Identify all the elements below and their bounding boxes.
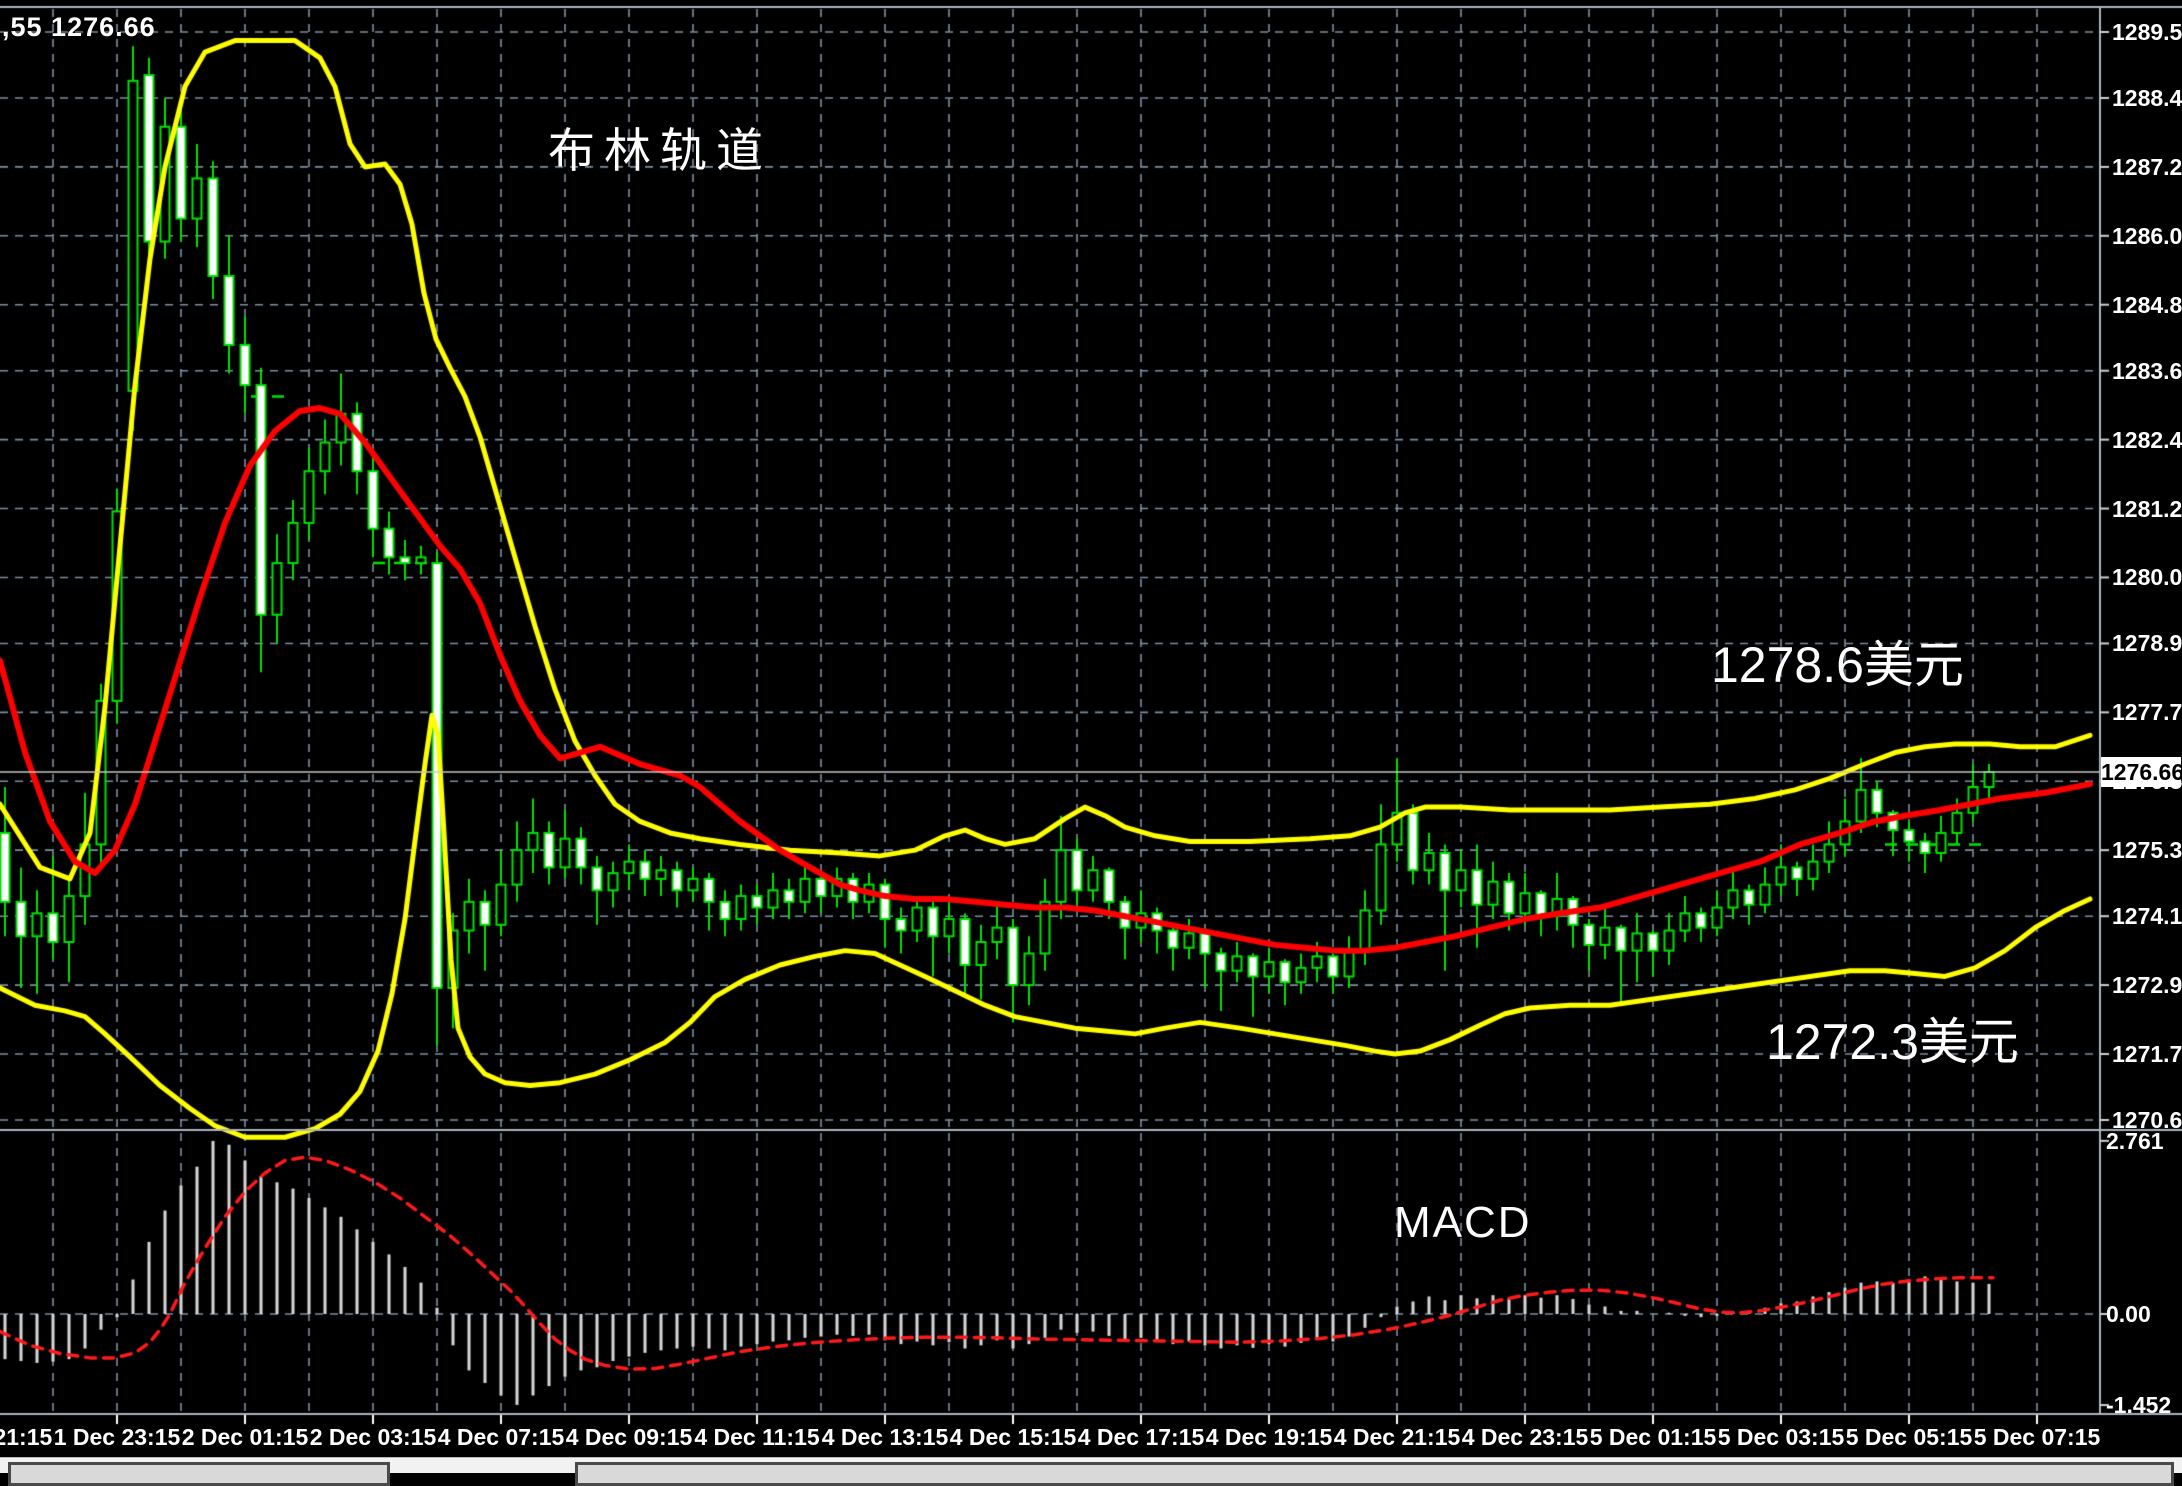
price-axis-label: 1275.30	[2112, 836, 2182, 864]
price-axis-label: 1274.15	[2112, 902, 2182, 930]
price-axis-label: 1281.25	[2112, 495, 2182, 523]
macd-axis-label: 2.761	[2106, 1127, 2164, 1155]
taskbar-box-left[interactable]	[8, 1462, 390, 1486]
current-price-box: 1276.66	[2101, 757, 2181, 787]
price-axis-label: 1272.95	[2112, 971, 2182, 999]
price-axis-label: 1287.20	[2112, 153, 2182, 181]
bottom-strip	[0, 1457, 2182, 1473]
bollinger-annotation: 布林轨道	[548, 112, 772, 181]
mt4-chart-window: 6,55 1276.66 布林轨道 1278.6美元 1272.3美元 MACD…	[0, 0, 2182, 1472]
price-axis-label: 1283.65	[2112, 357, 2182, 385]
taskbar-box-right[interactable]	[575, 1462, 2174, 1486]
macd-axis-label: -1.452	[2106, 1391, 2171, 1419]
price-axis-label: 1284.80	[2112, 291, 2182, 319]
lower-price-annotation: 1272.3美元	[1766, 1002, 2019, 1074]
info-readout: 6,55 1276.66	[0, 12, 156, 43]
price-axis-label: 1271.75	[2112, 1040, 2182, 1068]
price-axis-label: 1277.70	[2112, 698, 2182, 726]
upper-price-annotation: 1278.6美元	[1711, 625, 1964, 697]
time-axis-label: 5 Dec 07:15	[1957, 1424, 2117, 1451]
macd-annotation: MACD	[1394, 1198, 1532, 1248]
chart-canvas[interactable]	[0, 0, 2182, 1472]
price-axis-label: 1278.90	[2112, 629, 2182, 657]
macd-axis-label: 0.00	[2106, 1300, 2151, 1328]
price-axis-label: 1282.45	[2112, 426, 2182, 454]
price-axis-label: 1286.00	[2112, 222, 2182, 250]
price-axis-label: 1289.55	[2112, 18, 2182, 46]
price-axis-label: 1288.40	[2112, 84, 2182, 112]
price-axis-label: 1280.05	[2112, 563, 2182, 591]
